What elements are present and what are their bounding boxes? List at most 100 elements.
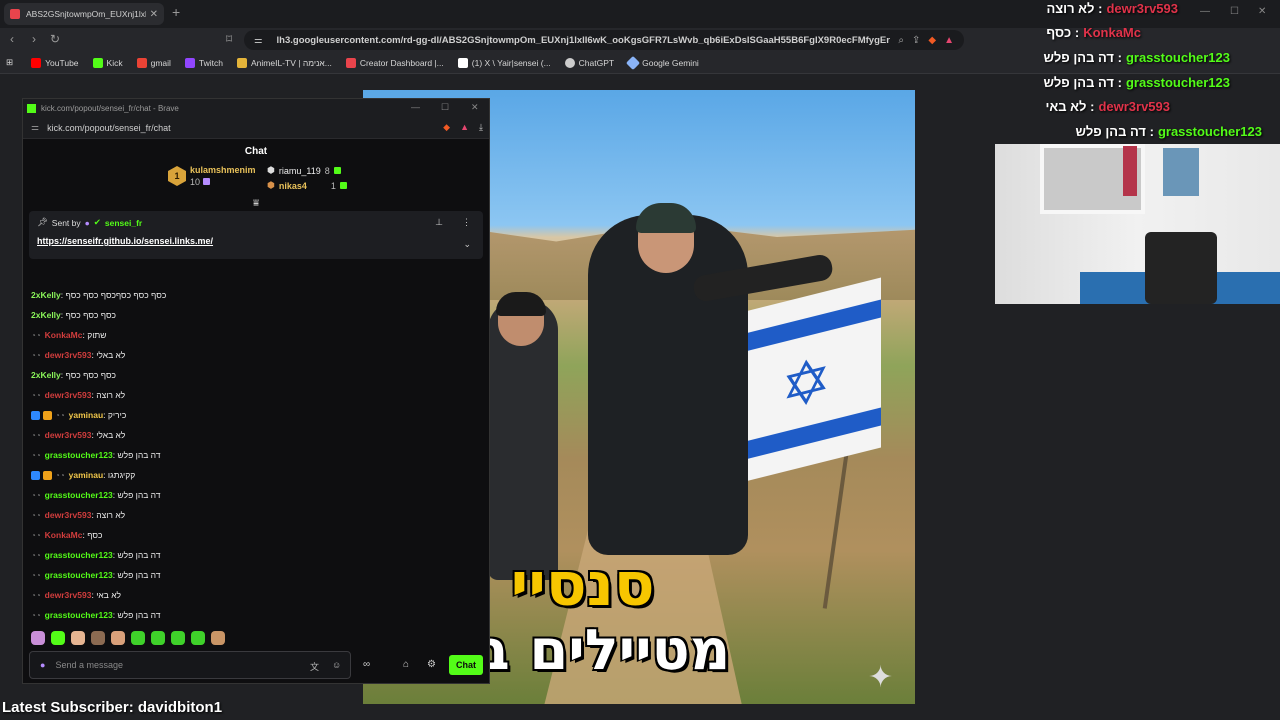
emote-icon[interactable] (191, 631, 205, 645)
chat-message[interactable]: ◔◔ grasstoucher123: דה בהן פלש (31, 485, 481, 505)
bookmark-creator-dashboard[interactable]: Creator Dashboard |... (345, 57, 444, 68)
collapse-leaderboard-icon[interactable]: ⩸ (23, 199, 489, 209)
chat-message[interactable]: ◔◔ yaminau: כיריק (31, 405, 481, 425)
chat-message[interactable]: ◔◔ dewr3rv593: לא רוצה (31, 505, 481, 525)
gift-icon (202, 178, 210, 185)
webcam-feed (995, 144, 1280, 304)
chat-message[interactable]: ◔◔ dewr3rv593: לא באי (31, 585, 481, 605)
address-bar[interactable]: ⚌ lh3.googleusercontent.com/rd-gg-dl/ABS… (244, 30, 964, 50)
chat-message[interactable]: ◔◔ grasstoucher123: דה בהן פלש (31, 565, 481, 585)
url-text: lh3.googleusercontent.com/rd-gg-dl/ABS2G… (276, 34, 891, 46)
leader-second[interactable]: ⬢ riamu_119 8 (267, 165, 341, 176)
chat-message-input[interactable]: ● Send a message 文 ☺ (29, 651, 351, 679)
bookmark-x[interactable]: (1) X \ Yair|sensei (... (457, 57, 551, 68)
glasses-badge-icon: ◔◔ (31, 570, 41, 580)
emote-icon[interactable] (31, 631, 45, 645)
gift-leaderboard: 1 kulamshmenim 10 ⬢ riamu_119 8 ⬢ nikas4… (23, 163, 489, 199)
leader-third[interactable]: ⬢ nikas4 1 (267, 180, 347, 191)
share-icon[interactable]: ⇪ (912, 35, 920, 46)
emote-icon[interactable] (211, 631, 225, 645)
chat-message[interactable]: ◔◔ grasstoucher123: דה בהן פלש (31, 545, 481, 565)
chat-message[interactable]: 2xKelly: כסף כסף כסף (31, 305, 481, 325)
bookmark-animeil[interactable]: AnimeIL-TV | אנימה... (237, 57, 332, 68)
emote-icon[interactable] (171, 631, 185, 645)
glasses-badge-icon: ◔◔ (55, 470, 65, 480)
overlay-message: דה בהן פלש : grasstoucher123 (1043, 50, 1230, 65)
apps-icon[interactable]: ⊞ (6, 57, 13, 68)
chat-popout-window: kick.com/popout/sensei_fr/chat - Brave —… (22, 98, 490, 684)
brave-shields-icon[interactable]: ◆ (928, 35, 936, 46)
brave-rewards-icon[interactable]: ▲ (944, 35, 954, 46)
pinned-link[interactable]: https://senseifr.github.io/sensei.links.… (37, 236, 475, 246)
chat-message[interactable]: ◔◔ KonkaMc: שתוק (31, 325, 481, 345)
overlay-message: כסף : KonkaMc (1046, 25, 1141, 40)
back-icon[interactable]: ‹ (10, 32, 14, 46)
brave-shields-icon[interactable]: ◆ (443, 122, 450, 133)
chat-message[interactable]: ◔◔ grasstoucher123: דה בהן פלש (31, 605, 481, 625)
close-window-icon[interactable]: ✕ (1258, 6, 1266, 17)
unpin-icon[interactable]: ⊥ (435, 217, 443, 228)
site-info-icon[interactable]: ⚌ (254, 35, 263, 46)
bookmark-youtube[interactable]: YouTube (31, 57, 79, 68)
zoom-icon[interactable]: ⌕ (898, 35, 904, 46)
chat-message[interactable]: 2xKelly: כסף כסף כסףכסף כסף כסף (31, 285, 481, 305)
download-icon[interactable]: ⤓ (479, 122, 483, 133)
leader-first[interactable]: 1 kulamshmenim 10 (168, 165, 256, 187)
sparkle-icon: ✦ (868, 661, 894, 694)
popout-url: kick.com/popout/sensei_fr/chat (47, 122, 171, 133)
bookmark-kick[interactable]: Kick (92, 57, 123, 68)
bookmark-gemini[interactable]: Google Gemini (626, 55, 699, 70)
chat-input-row: ● Send a message 文 ☺ ∞ ⌂ ⚙ Chat (29, 651, 485, 679)
glasses-badge-icon: ◔◔ (31, 330, 41, 340)
bookmark-gmail[interactable]: gmail (136, 57, 171, 68)
chevron-down-icon[interactable]: ⌄ (463, 239, 471, 250)
chat-message[interactable]: ◔◔ dewr3rv593: לא באלי (31, 345, 481, 365)
kick-icon (27, 103, 36, 113)
bookmark-twitch[interactable]: Twitch (184, 57, 223, 68)
thumbnail-hiker-left (488, 292, 558, 580)
close-window-icon[interactable]: ✕ (471, 102, 479, 113)
emote-icon[interactable] (71, 631, 85, 645)
emote-icon[interactable] (51, 631, 65, 645)
minimize-icon[interactable]: — (1200, 6, 1210, 17)
chat-message[interactable]: ◔◔ grasstoucher123: דה בהן פלש (31, 445, 481, 465)
emote-icon[interactable] (91, 631, 105, 645)
popout-address-bar[interactable]: ⚌ kick.com/popout/sensei_fr/chat ◆ ▲ ⤓ (23, 117, 489, 139)
chat-message[interactable]: ◔◔ dewr3rv593: לא באלי (31, 425, 481, 445)
bookmark-icon[interactable]: ⌑ (226, 32, 232, 46)
browser-tab[interactable]: ABS2GSnjtowmpOm_EUXnj1lxlI6... ✕ (4, 3, 164, 25)
chat-message[interactable]: 2xKelly: כסף כסף כסף (31, 365, 481, 385)
overlay-message: דה בהן פלש : grasstoucher123 (1075, 124, 1262, 139)
kicks-icon[interactable]: ∞ (363, 659, 370, 670)
close-tab-icon[interactable]: ✕ (150, 9, 158, 20)
minimize-icon[interactable]: — (411, 102, 420, 112)
more-options-icon[interactable]: ⋮ (462, 217, 471, 228)
gemini-icon (626, 55, 641, 70)
maximize-icon[interactable]: ☐ (1230, 6, 1239, 17)
site-info-icon[interactable]: ⚌ (31, 122, 39, 133)
settings-gear-icon[interactable]: ⚙ (427, 659, 436, 670)
new-tab-icon[interactable]: + (172, 4, 180, 20)
bookmark-chatgpt[interactable]: ChatGPT (564, 57, 614, 68)
brave-rewards-icon[interactable]: ▲ (460, 122, 469, 133)
emote-icon[interactable] (151, 631, 165, 645)
gmail-icon (136, 57, 147, 68)
chat-message[interactable]: ◔◔ dewr3rv593: לא רוצה (31, 385, 481, 405)
emoji-icon[interactable]: ☺ (332, 660, 341, 670)
forward-icon[interactable]: › (32, 32, 36, 46)
webcam-chair (1145, 232, 1217, 304)
webcam-poster (1123, 146, 1137, 196)
gift-store-icon[interactable]: ⌂ (403, 659, 409, 670)
thumbnail-hiker-main (588, 203, 748, 555)
emote-icon[interactable] (131, 631, 145, 645)
chat-send-button[interactable]: Chat (449, 655, 483, 675)
reload-icon[interactable]: ↻ (50, 32, 60, 46)
translate-icon[interactable]: 文 (310, 660, 319, 673)
chat-message[interactable]: ◔◔ yaminau: קקיגתגו (31, 465, 481, 485)
kick-icon (92, 57, 103, 68)
chat-message[interactable]: ◔◔ KonkaMc: כסף (31, 525, 481, 545)
emote-icon[interactable] (111, 631, 125, 645)
twitch-icon (184, 57, 195, 68)
maximize-icon[interactable]: ☐ (441, 102, 449, 113)
mic-icon[interactable]: ● (40, 660, 45, 670)
